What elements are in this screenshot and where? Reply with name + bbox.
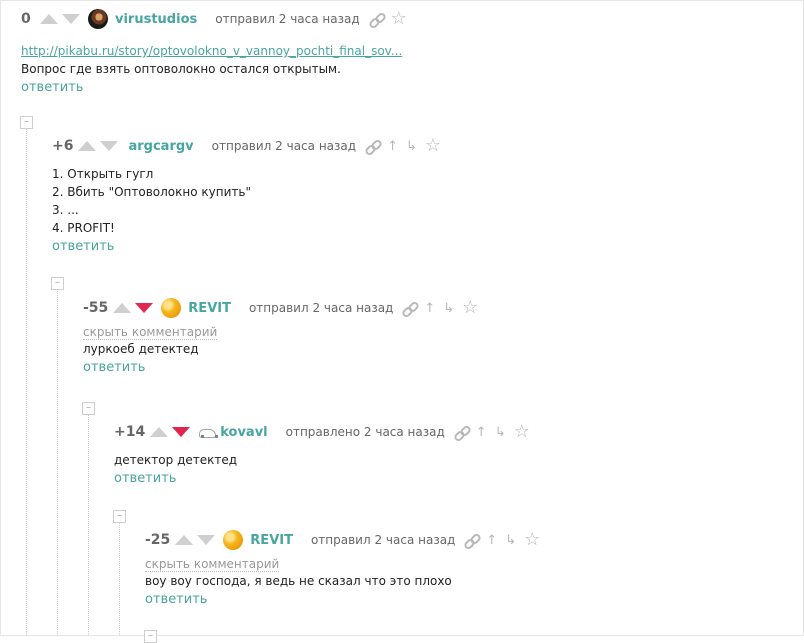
comment-rating: +14 <box>114 424 146 440</box>
comment-timestamp: отправил 2 часа назад <box>211 139 357 153</box>
comment-timestamp: отправил 2 часа назад <box>310 533 456 547</box>
comment-timestamp: отправил 2 часа назад <box>215 12 360 26</box>
collapse-button[interactable]: – <box>20 116 33 129</box>
username-link[interactable]: kovavl <box>220 425 267 440</box>
avatar[interactable] <box>88 9 108 29</box>
arrow-down-icon[interactable] <box>135 303 154 313</box>
star-icon[interactable]: ☆ <box>524 531 540 549</box>
reply-link[interactable]: ответить <box>145 592 207 607</box>
reply-link[interactable]: ответить <box>21 80 83 95</box>
comment-body: 1. Открыть гугл 2. Вбить "Оптоволокно ку… <box>52 165 441 237</box>
star-icon[interactable]: ☆ <box>462 299 478 317</box>
arrow-up-icon[interactable] <box>150 427 169 437</box>
comment-line: детектор детектед <box>114 453 238 467</box>
branch-icon[interactable]: ↳ <box>443 301 454 316</box>
comment-line: 1. Открыть гугл <box>52 167 154 181</box>
comment-line: 4. PROFIT! <box>52 221 115 235</box>
comment-body: http://pikabu.ru/story/optovolokno_v_van… <box>21 38 407 78</box>
comment-timestamp: отправлено 2 часа назад <box>285 425 445 439</box>
reply-link[interactable]: ответить <box>83 360 145 375</box>
jump-to-parent-icon[interactable]: ↑ <box>424 301 435 316</box>
story-link[interactable]: http://pikabu.ru/story/optovolokno_v_van… <box>21 42 402 60</box>
comment-line: воу воу господа, я ведь не сказал что эт… <box>145 574 452 588</box>
arrow-up-icon[interactable] <box>40 14 58 24</box>
comment-timestamp: отправил 2 часа назад <box>248 301 394 315</box>
jump-to-parent-icon[interactable]: ↑ <box>476 425 487 440</box>
collapse-button[interactable]: – <box>113 510 126 523</box>
username-link[interactable]: REVIT <box>250 533 293 548</box>
comment-rating: -25 <box>145 532 171 548</box>
comment-line: луркоеб детектед <box>83 342 199 356</box>
link-icon[interactable] <box>366 140 379 153</box>
comment: +6 argcargv отправил 2 часа назад ↑ ↳ ☆ … <box>52 135 441 255</box>
hide-comment-link[interactable]: скрыть комментарий <box>145 557 280 572</box>
username-link[interactable]: virustudios <box>115 12 197 27</box>
arrow-up-icon[interactable] <box>175 535 194 545</box>
comment-rating: +6 <box>52 138 74 154</box>
jump-to-parent-icon[interactable]: ↑ <box>387 139 398 154</box>
comment-line: 3. ... <box>52 203 79 217</box>
comment-header: +6 argcargv отправил 2 часа назад ↑ ↳ ☆ <box>52 135 441 157</box>
comment: -55 REVIT отправил 2 часа назад ↑ ↳ ☆ ск… <box>83 297 478 375</box>
collapse-button[interactable]: – <box>51 277 64 290</box>
comment-header: -55 REVIT отправил 2 часа назад ↑ ↳ ☆ <box>83 297 478 319</box>
arrow-up-icon[interactable] <box>113 303 132 313</box>
arrow-down-icon[interactable] <box>62 14 80 24</box>
reply-link[interactable]: ответить <box>52 239 114 254</box>
star-icon[interactable]: ☆ <box>425 137 441 155</box>
link-icon[interactable] <box>455 426 468 439</box>
arrow-down-icon[interactable] <box>197 535 216 545</box>
comment-header: +14 kovavl отправлено 2 часа назад ↑ ↳ ☆ <box>114 421 530 443</box>
comment-header: 0 virustudios отправил 2 часа назад ☆ <box>21 8 407 30</box>
hide-comment-link[interactable]: скрыть комментарий <box>83 325 218 340</box>
jump-to-parent-icon[interactable]: ↑ <box>486 533 497 548</box>
comment: 0 virustudios отправил 2 часа назад ☆ ht… <box>21 8 407 95</box>
branch-icon[interactable]: ↳ <box>505 533 516 548</box>
star-icon[interactable]: ☆ <box>391 10 407 28</box>
username-link[interactable]: REVIT <box>188 301 231 316</box>
link-icon[interactable] <box>403 302 416 315</box>
comment-header: -25 REVIT отправил 2 часа назад ↑ ↳ ☆ <box>145 529 540 551</box>
username-link[interactable]: argcargv <box>128 139 193 154</box>
thread-line-4 <box>119 523 120 636</box>
avatar[interactable] <box>223 530 244 550</box>
thread-line-1 <box>26 128 27 636</box>
comment-body: детектор детектед <box>114 451 530 469</box>
comment-text: Вопрос где взять оптоволокно остался отк… <box>21 62 341 76</box>
collapse-button[interactable]: – <box>144 630 157 643</box>
arrow-down-icon[interactable] <box>100 141 119 151</box>
branch-icon[interactable]: ↳ <box>495 425 506 440</box>
comment: -25 REVIT отправил 2 часа назад ↑ ↳ ☆ ск… <box>145 529 540 607</box>
thread-line-2 <box>57 289 58 636</box>
comment-line: 2. Вбить "Оптоволокно купить" <box>52 185 251 199</box>
link-icon[interactable] <box>370 13 383 26</box>
comment-body: луркоеб детектед <box>83 340 478 358</box>
comment-rating: 0 <box>21 11 31 27</box>
comment-body: воу воу господа, я ведь не сказал что эт… <box>145 572 540 590</box>
reply-link[interactable]: ответить <box>114 471 176 486</box>
comment: +14 kovavl отправлено 2 часа назад ↑ ↳ ☆… <box>114 421 530 487</box>
thread-line-3 <box>88 414 89 636</box>
collapse-button[interactable]: – <box>82 402 95 415</box>
avatar[interactable] <box>161 298 182 318</box>
avatar[interactable] <box>198 425 219 439</box>
arrow-up-icon[interactable] <box>78 141 97 151</box>
comment-rating: -55 <box>83 300 109 316</box>
arrow-down-icon[interactable] <box>172 427 191 437</box>
branch-icon[interactable]: ↳ <box>406 139 417 154</box>
star-icon[interactable]: ☆ <box>514 423 530 441</box>
link-icon[interactable] <box>465 534 478 547</box>
